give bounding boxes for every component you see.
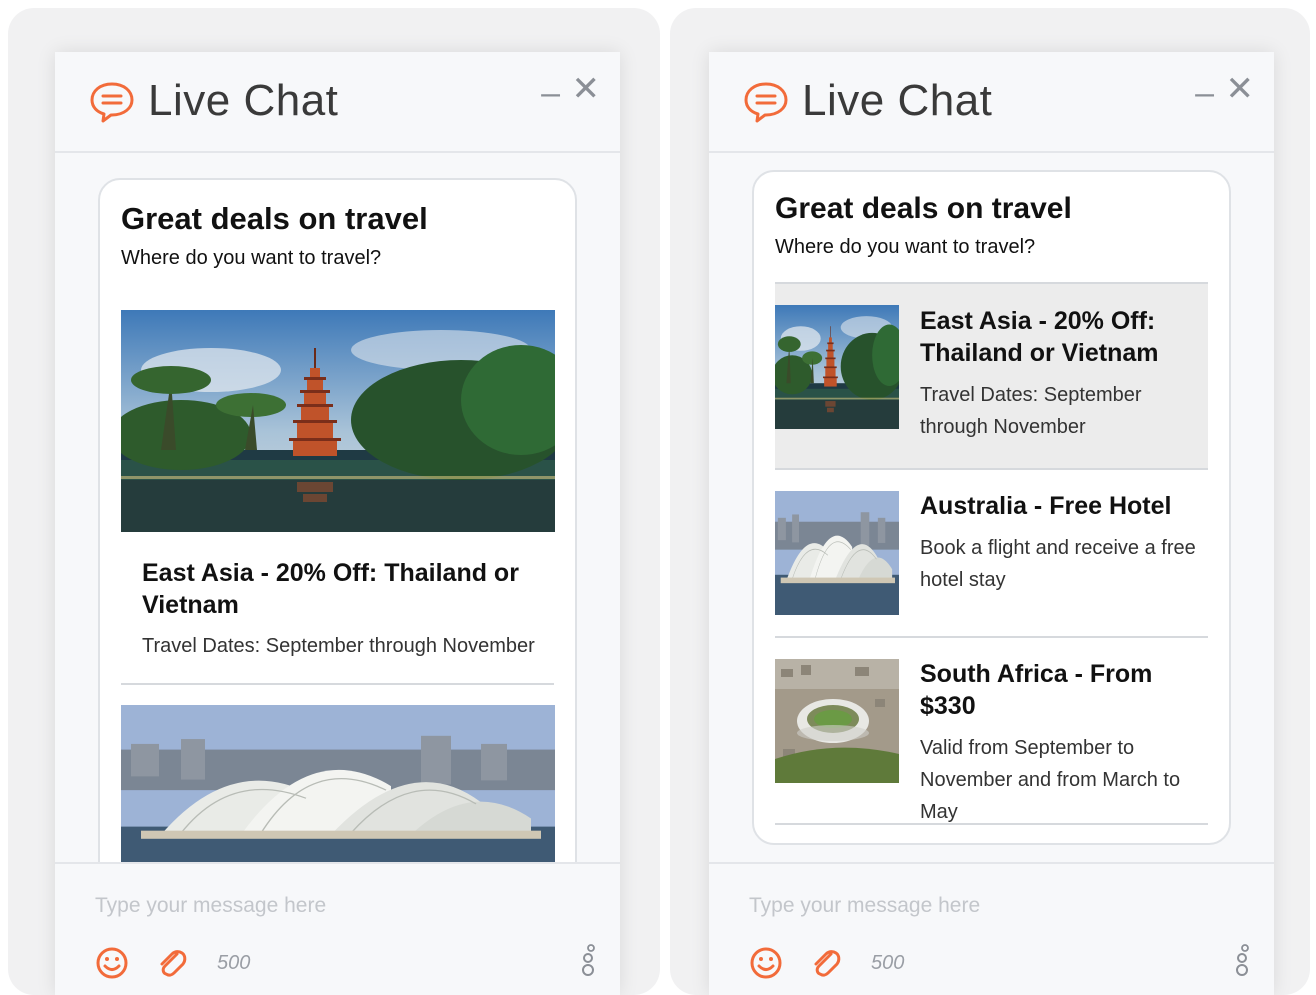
item-title: East Asia - 20% Off: Thailand or Vietnam [920, 307, 1159, 367]
list-item-south-africa[interactable]: South Africa - From $330 Valid from Sept… [775, 638, 1208, 825]
attachment-icon[interactable] [809, 946, 843, 980]
list-item-text: Australia - Free Hotel Book a flight and… [920, 490, 1204, 596]
chat-bubble-icon [89, 81, 135, 123]
attachment-icon[interactable] [155, 946, 189, 980]
chat-header: Live Chat – ✕ [55, 52, 620, 153]
deals-card: Great deals on travel Where do you want … [752, 170, 1231, 845]
minimize-button[interactable]: – [541, 76, 560, 110]
char-counter: 500 [217, 952, 251, 974]
message-input[interactable] [95, 894, 535, 918]
chat-title: Live Chat [802, 76, 993, 125]
chat-title: Live Chat [148, 76, 339, 125]
chat-footer: 500 [55, 862, 620, 995]
card-header: Great deals on travel Where do you want … [775, 172, 1208, 284]
item-description: Valid from September to November and fro… [920, 737, 1181, 823]
opera-house-photo [121, 705, 555, 862]
item-description: Travel Dates: September through November [142, 635, 535, 657]
close-button[interactable]: ✕ [572, 72, 601, 106]
list-item-east-asia[interactable]: East Asia - 20% Off: Thailand or Vietnam… [775, 284, 1208, 470]
item-title: South Africa - From $330 [920, 660, 1153, 720]
chat-widget-carousel: Live Chat – ✕ Great deals on travel Wher… [55, 52, 620, 995]
chat-body[interactable]: Great deals on travel Where do you want … [55, 155, 620, 862]
message-input[interactable] [749, 894, 1189, 918]
emoji-icon[interactable] [95, 946, 129, 980]
options-icon[interactable] [1232, 944, 1252, 978]
carousel-item[interactable] [121, 685, 554, 862]
pagoda-photo [775, 305, 899, 429]
card-title: Great deals on travel [121, 201, 428, 236]
card-header: Great deals on travel Where do you want … [121, 180, 554, 270]
pagoda-photo [121, 310, 555, 532]
close-button[interactable]: ✕ [1226, 72, 1255, 106]
stadium-photo [775, 659, 899, 783]
list-item-text: East Asia - 20% Off: Thailand or Vietnam… [920, 305, 1204, 443]
chat-bubble-icon [743, 81, 789, 123]
chat-body[interactable]: Great deals on travel Where do you want … [709, 155, 1274, 862]
carousel-item[interactable]: East Asia - 20% Off: Thailand or Vietnam… [121, 270, 554, 658]
chat-footer: 500 [709, 862, 1274, 995]
item-description: Book a flight and receive a free hotel s… [920, 537, 1196, 591]
chat-header: Live Chat – ✕ [709, 52, 1274, 153]
char-counter: 500 [871, 952, 905, 974]
item-title: Australia - Free Hotel [920, 492, 1172, 520]
emoji-icon[interactable] [749, 946, 783, 980]
opera-house-photo [775, 491, 899, 615]
card-subtitle: Where do you want to travel? [775, 236, 1036, 258]
list-item-australia[interactable]: Australia - Free Hotel Book a flight and… [775, 470, 1208, 638]
options-icon[interactable] [578, 944, 598, 978]
card-title: Great deals on travel [775, 192, 1072, 225]
deals-card: Great deals on travel Where do you want … [98, 178, 577, 862]
minimize-button[interactable]: – [1195, 76, 1214, 110]
chat-widget-list: Live Chat – ✕ Great deals on travel Wher… [709, 52, 1274, 995]
card-subtitle: Where do you want to travel? [121, 247, 382, 269]
item-title: East Asia - 20% Off: Thailand or Vietnam [142, 559, 519, 619]
item-description: Travel Dates: September through November [920, 384, 1142, 438]
list-item-text: South Africa - From $330 Valid from Sept… [920, 658, 1204, 828]
